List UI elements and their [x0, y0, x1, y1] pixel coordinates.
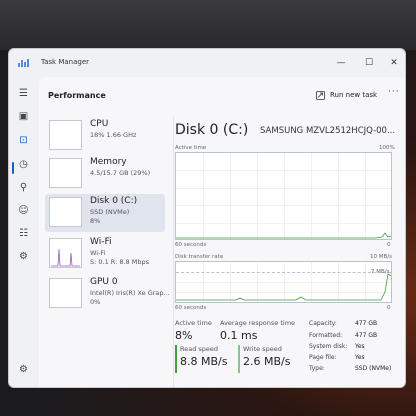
transfer-rate-chart-max: 10 MB/s [370, 254, 392, 260]
avg-response-label: Average response time [220, 319, 296, 327]
perf-item-gpu[interactable]: GPU 0 Intel(R) Iris(R) Xe Grap... 0% [45, 275, 170, 313]
processes-icon[interactable]: ▣ [17, 110, 30, 123]
write-speed-label: Write speed [243, 345, 282, 353]
perf-item-detail: 18% 1.66 GHz [90, 131, 137, 139]
memory-thumbnail [49, 158, 82, 188]
page-title: Performance [48, 91, 106, 100]
active-nav-indicator [12, 162, 14, 174]
perf-item-wifi[interactable]: Wi-Fi Wi-Fi S: 0.1 R: 8.8 Mbps [45, 235, 165, 273]
task-manager-window: Task Manager — ☐ ✕ ☰ ▣ ⊡ ◷ ⚲ ☺ ☷ ⚙ ⚙ Per… [8, 48, 406, 388]
read-speed-box: Read speed 8.8 MB/s [175, 345, 234, 375]
app-history-icon[interactable]: ◷ [17, 158, 30, 171]
maximize-button[interactable]: ☐ [359, 54, 379, 72]
task-manager-app-icon [18, 58, 30, 67]
avg-response-value: 0.1 ms [220, 329, 258, 342]
wifi-thumbnail [49, 238, 82, 268]
perf-item-label: Disk 0 (C:) [90, 196, 138, 206]
run-new-task-button[interactable]: Run new task [330, 91, 377, 99]
info-value-page-file: Yes [355, 354, 365, 361]
info-value-system-disk: Yes [355, 343, 365, 350]
users-icon[interactable]: ☺ [17, 204, 30, 217]
more-options-button[interactable]: ··· [388, 87, 400, 97]
perf-item-throughput: S: 0.1 R: 8.8 Mbps [90, 258, 150, 266]
perf-item-detail: Wi-Fi [90, 249, 106, 257]
services-icon[interactable]: ⚙ [17, 250, 30, 263]
read-speed-label: Read speed [180, 345, 219, 353]
perf-item-label: Memory [90, 157, 127, 167]
active-time-zero-label: 0 [387, 242, 391, 248]
perf-item-usage: 0% [90, 298, 101, 306]
perf-item-detail: SSD (NVMe) [90, 208, 130, 216]
hamburger-menu-icon[interactable]: ☰ [17, 87, 30, 100]
info-label-page-file: Page file: [309, 354, 337, 361]
info-value-formatted: 477 GB [355, 332, 378, 339]
perf-item-detail: 4.5/15.7 GB (29%) [90, 169, 151, 177]
read-speed-value: 8.8 MB/s [180, 355, 228, 368]
active-time-chart [175, 152, 392, 240]
minimize-button[interactable]: — [331, 54, 351, 72]
disk-thumbnail [49, 197, 82, 227]
transfer-rate-series-line [176, 273, 391, 301]
window-title: Task Manager [41, 58, 90, 66]
transfer-rate-mid-label: 7 MB/s [371, 269, 390, 275]
info-value-type: SSD (NVMe) [355, 365, 392, 372]
pane-divider [173, 117, 174, 387]
perf-item-label: CPU [90, 119, 109, 129]
settings-gear-icon[interactable]: ⚙ [17, 363, 30, 376]
performance-icon[interactable]: ⊡ [17, 134, 30, 147]
disk-model: SAMSUNG MZVL2512HCJQ-00... [260, 126, 396, 136]
startup-apps-icon[interactable]: ⚲ [17, 181, 30, 194]
info-label-formatted: Formatted: [309, 332, 343, 339]
transfer-rate-chart [175, 261, 392, 303]
active-time-series-line [176, 232, 391, 239]
perf-item-usage: 8% [90, 217, 101, 225]
info-label-type: Type: [309, 365, 325, 372]
cpu-thumbnail [49, 120, 82, 150]
details-icon[interactable]: ☷ [17, 227, 30, 240]
info-value-capacity: 477 GB [355, 320, 378, 327]
active-time-value: 8% [175, 329, 193, 342]
transfer-rate-chart-label: Disk transfer rate [175, 254, 224, 260]
info-label-capacity: Capacity: [309, 320, 337, 327]
perf-item-label: Wi-Fi [90, 237, 112, 247]
write-speed-box: Write speed 2.6 MB/s [238, 345, 297, 375]
perf-item-disk[interactable]: Disk 0 (C:) SSD (NVMe) 8% [45, 194, 165, 232]
title-bar: Task Manager — ☐ ✕ [9, 49, 405, 77]
monitor-bezel [0, 0, 416, 50]
active-time-label: Active time [175, 319, 212, 327]
perf-item-detail: Intel(R) Iris(R) Xe Grap... [90, 289, 170, 297]
transfer-rate-zero-label: 0 [387, 305, 391, 311]
gpu-thumbnail [49, 278, 82, 308]
perf-item-memory[interactable]: Memory 4.5/15.7 GB (29%) [45, 155, 165, 193]
active-time-chart-label: Active time [175, 145, 207, 151]
sidebar-nav: ☰ ▣ ⊡ ◷ ⚲ ☺ ☷ ⚙ ⚙ [9, 77, 39, 387]
write-speed-value: 2.6 MB/s [243, 355, 291, 368]
active-time-seconds-label: 60 seconds [175, 242, 207, 248]
disk-title: Disk 0 (C:) [175, 122, 249, 138]
transfer-rate-seconds-label: 60 seconds [175, 305, 207, 311]
close-button[interactable]: ✕ [384, 54, 404, 72]
perf-item-label: GPU 0 [90, 277, 118, 287]
info-label-system-disk: System disk: [309, 343, 348, 350]
active-time-chart-max: 100% [379, 145, 395, 151]
run-task-icon [316, 91, 325, 100]
perf-item-cpu[interactable]: CPU 18% 1.66 GHz [45, 117, 165, 155]
